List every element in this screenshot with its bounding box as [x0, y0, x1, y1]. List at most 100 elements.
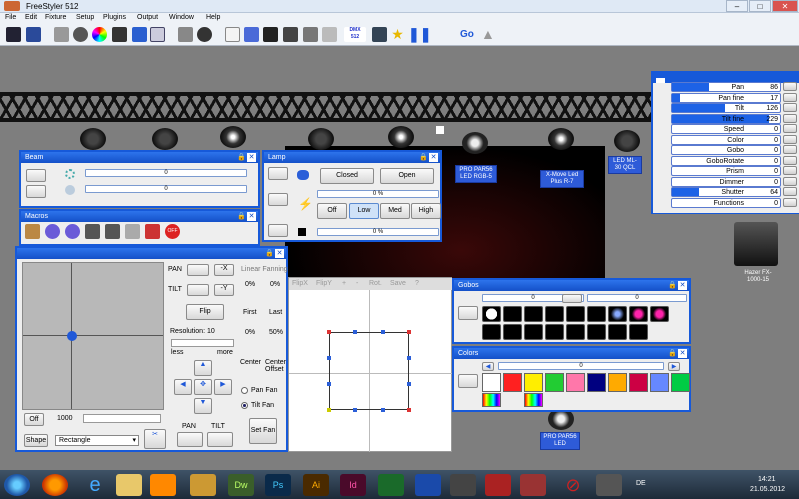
shape-point[interactable]	[353, 330, 357, 334]
pan-button[interactable]	[177, 432, 203, 447]
word-icon[interactable]	[415, 474, 441, 496]
channel-row[interactable]: Shutter 64	[671, 187, 781, 197]
color-swatch-lime[interactable]	[671, 373, 690, 392]
shape-edit-button[interactable]: ✂	[144, 429, 166, 449]
gobo-arrow-button[interactable]	[562, 294, 582, 303]
color-swatch-crimson[interactable]	[629, 373, 648, 392]
macro-color-icon[interactable]	[145, 224, 160, 239]
macro-fan-icon[interactable]	[25, 224, 40, 239]
firefox-icon[interactable]	[42, 474, 68, 496]
dreamweaver-icon[interactable]: Dw	[228, 474, 254, 496]
channel-row[interactable]: Color 0	[671, 134, 781, 145]
tool-help[interactable]: ?	[415, 280, 419, 287]
gobo-pattern-icon[interactable]	[545, 306, 564, 322]
channel-row[interactable]: Functions 0	[671, 197, 781, 208]
tool-cable-icon[interactable]	[322, 27, 337, 42]
lock-icon[interactable]: 🔒	[265, 249, 274, 258]
beam-slider-1[interactable]: 0	[85, 169, 247, 177]
color-swatch-lightblue[interactable]	[650, 373, 669, 392]
shape-point[interactable]	[381, 330, 385, 334]
color-swatch-white[interactable]	[482, 373, 501, 392]
gobo-pattern-icon[interactable]	[482, 324, 501, 340]
tilt-invert-button[interactable]: -Y	[214, 284, 234, 296]
maximize-button[interactable]: □	[749, 0, 771, 12]
beam-button-1[interactable]	[26, 169, 46, 182]
shape-point[interactable]	[353, 408, 357, 412]
channel-button[interactable]	[783, 82, 797, 91]
close-icon[interactable]: ✕	[678, 349, 687, 358]
tool-dmx-icon[interactable]: DMX 512	[344, 27, 366, 42]
tool-grid-icon[interactable]	[150, 27, 165, 42]
off-button[interactable]: Off	[24, 413, 44, 426]
media-player-icon[interactable]	[150, 474, 176, 496]
strobe-off-button[interactable]: Off	[317, 203, 347, 219]
tool-minus[interactable]: -	[356, 280, 358, 287]
tool-rot[interactable]: Rot.	[369, 280, 382, 287]
menu-setup[interactable]: Setup	[76, 14, 94, 21]
beam-slider-2[interactable]: 0	[85, 185, 247, 193]
tool-pen-icon[interactable]	[54, 27, 69, 42]
gobo-pattern-icon[interactable]	[566, 324, 585, 340]
shape-point[interactable]	[407, 382, 411, 386]
close-icon[interactable]: ✕	[429, 153, 438, 162]
fixture-moving-head[interactable]	[220, 126, 246, 148]
fixture-spot[interactable]	[152, 128, 178, 150]
color-slider[interactable]: 0	[498, 362, 664, 370]
gobo-pattern-icon[interactable]	[503, 306, 522, 322]
menu-window[interactable]: Window	[169, 14, 194, 21]
tool-plus[interactable]: +	[342, 280, 346, 287]
channel-row[interactable]: Speed 0	[671, 124, 781, 134]
lamp-slider-1[interactable]: 0 %	[317, 190, 439, 198]
color-button-1[interactable]	[458, 374, 478, 388]
channel-row[interactable]: Gobo 0	[671, 145, 781, 155]
photoshop-icon[interactable]: Ps	[265, 474, 291, 496]
channel-button[interactable]	[783, 176, 797, 186]
tool-pause-icon[interactable]: ❚❚	[408, 27, 431, 42]
shape-rectangle[interactable]	[329, 332, 409, 410]
shape-point[interactable]	[381, 408, 385, 412]
shape-select[interactable]: Rectangle ▾	[55, 435, 139, 446]
menu-file[interactable]: File	[5, 14, 16, 21]
gobo-pattern-icon[interactable]	[629, 306, 648, 322]
ie-icon[interactable]: e	[82, 474, 108, 496]
channel-button[interactable]	[783, 103, 797, 112]
gobo-pattern-icon[interactable]	[524, 324, 543, 340]
tool-fixture-icon[interactable]	[112, 27, 127, 42]
mail-icon[interactable]	[190, 474, 216, 496]
lock-icon[interactable]: 🔒	[419, 153, 428, 162]
explorer-icon[interactable]	[116, 474, 142, 496]
lock-icon[interactable]: 🔒	[237, 153, 246, 162]
color-swatch-orange[interactable]	[608, 373, 627, 392]
close-icon[interactable]: ✕	[275, 249, 284, 258]
color-swatch-navy[interactable]	[587, 373, 606, 392]
tool-cross-icon[interactable]	[26, 27, 41, 42]
shape-point[interactable]	[327, 356, 331, 360]
shape-point[interactable]	[407, 330, 411, 334]
strobe-med-button[interactable]: Med	[380, 203, 410, 219]
clock-time[interactable]: 14:21	[758, 476, 776, 483]
tool-go-button[interactable]: Go	[460, 27, 480, 42]
close-icon[interactable]: ✕	[678, 281, 687, 290]
tilt-center-button[interactable]	[187, 284, 209, 296]
pan-center-button[interactable]	[187, 264, 209, 276]
color-swatch-red[interactable]	[503, 373, 522, 392]
gobo-pattern-icon[interactable]	[629, 324, 648, 340]
tool-color-icon[interactable]	[92, 27, 107, 42]
channel-button[interactable]	[783, 155, 797, 165]
menu-edit[interactable]: Edit	[25, 14, 37, 21]
menu-help[interactable]: Help	[206, 14, 220, 21]
tool-record-icon[interactable]	[197, 27, 212, 42]
blocked-icon[interactable]: ⊘	[560, 474, 586, 496]
lamp-button-3[interactable]	[268, 224, 288, 237]
shutter-closed-button[interactable]: Closed	[320, 168, 374, 184]
menu-plugins[interactable]: Plugins	[103, 14, 126, 21]
arrow-right-button[interactable]: ▶	[214, 379, 232, 395]
macro-gear-2-icon[interactable]	[65, 224, 80, 239]
tool-gobo-icon[interactable]	[73, 27, 88, 42]
tool-wave-icon[interactable]	[132, 27, 147, 42]
gobo-pattern-icon[interactable]	[524, 306, 543, 322]
gobo-pattern-icon[interactable]	[566, 306, 585, 322]
lock-icon[interactable]: 🔒	[237, 212, 246, 221]
channel-button[interactable]	[783, 134, 797, 144]
indesign-icon[interactable]: Id	[340, 474, 366, 496]
